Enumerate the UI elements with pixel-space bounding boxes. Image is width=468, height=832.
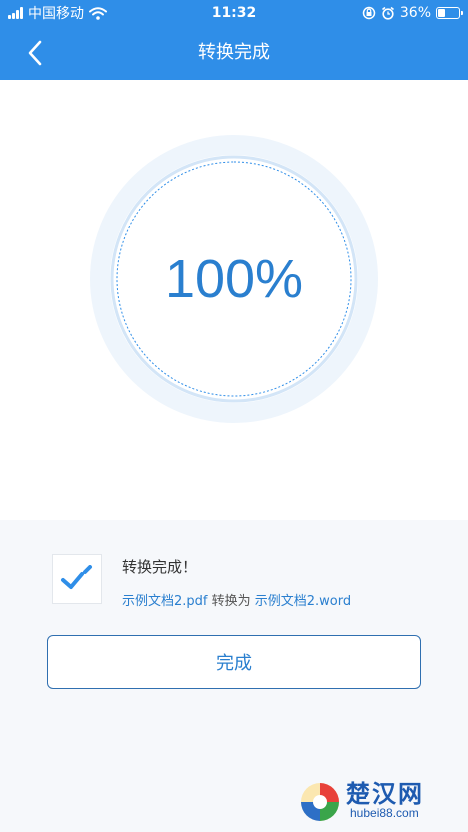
progress-area: 100% bbox=[0, 80, 468, 520]
page-title: 转换完成 bbox=[198, 42, 270, 63]
nav-bar: 转换完成 bbox=[0, 26, 468, 80]
progress-ring: 100% bbox=[90, 135, 378, 423]
source-file-name[interactable]: 示例文档2.pdf bbox=[122, 594, 207, 609]
signal-bars-icon bbox=[8, 7, 23, 19]
watermark-url: hubei88.com bbox=[350, 806, 419, 820]
site-watermark: 楚汉网 hubei88.com bbox=[298, 774, 458, 828]
check-pen-icon bbox=[61, 565, 92, 589]
status-right: 36% bbox=[362, 5, 463, 21]
chevron-left-icon bbox=[28, 40, 42, 66]
status-left: 中国移动 bbox=[8, 3, 107, 23]
back-button[interactable] bbox=[18, 36, 52, 70]
target-file-name[interactable]: 示例文档2.word bbox=[255, 594, 351, 609]
watermark-logo-icon bbox=[301, 783, 339, 821]
battery-percent: 36% bbox=[399, 5, 431, 21]
done-button[interactable]: 完成 bbox=[47, 635, 421, 689]
result-title: 转换完成！ bbox=[122, 558, 198, 576]
result-detail: 示例文档2.pdf 转换为 示例文档2.word bbox=[122, 590, 351, 609]
wifi-icon bbox=[89, 6, 107, 20]
carrier-label: 中国移动 bbox=[28, 6, 84, 22]
status-bar: 中国移动 11:32 36% bbox=[0, 0, 468, 26]
battery-icon bbox=[436, 7, 463, 19]
progress-percent: 100% bbox=[164, 249, 304, 309]
document-check-icon bbox=[52, 554, 102, 604]
orientation-lock-icon bbox=[362, 6, 376, 20]
watermark-brand: 楚汉网 bbox=[346, 780, 424, 808]
result-connector: 转换为 bbox=[207, 594, 255, 609]
alarm-icon bbox=[381, 6, 394, 20]
battery-level bbox=[438, 9, 446, 17]
